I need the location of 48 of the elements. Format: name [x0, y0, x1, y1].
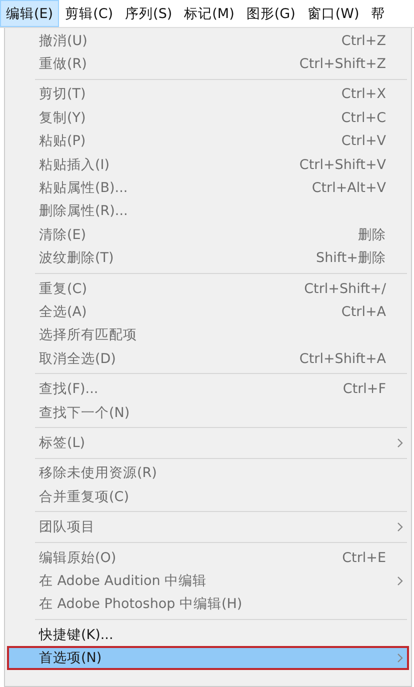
menu-item-label: 查找下一个(N) [39, 404, 131, 422]
menu-bar-item[interactable]: 帮 [365, 0, 392, 27]
menu-bar-item[interactable]: 剪辑(C) [59, 0, 120, 27]
menu-bar-item[interactable]: 序列(S) [119, 0, 178, 27]
shortcut-text: Ctrl+Shift+V [299, 156, 386, 173]
menu-item-label: 团队项目 [39, 518, 96, 536]
menu-item-label: 移除未使用资源(R) [39, 464, 158, 482]
menu-item[interactable]: 快捷键(K)... [7, 622, 409, 646]
menu-item[interactable]: 首选项(N) [7, 646, 409, 670]
menu-item-label: 编辑原始(O) [39, 548, 118, 566]
menu-item-label: 删除属性(R)... [39, 202, 129, 220]
menu-item-label: 查找(F)... [39, 380, 100, 398]
menu-item-label: 标签(L) [39, 434, 86, 452]
menu-item-label: 全选(A) [39, 302, 88, 321]
menu-item-label: 合并重复项(C) [39, 488, 130, 506]
shortcut-text: Shift+删除 [316, 249, 386, 268]
shortcut-text: Ctrl+V [341, 133, 386, 150]
shortcut-text: Ctrl+Shift+Z [299, 56, 386, 72]
menu-item-label: 取消全选(D) [39, 350, 117, 368]
shortcut-text: 删除 [358, 226, 386, 244]
menu-item-label: 快捷键(K)... [39, 626, 114, 644]
menu-item-label: 剪切(T) [39, 85, 87, 104]
menu-item-label: 粘贴插入(I) [39, 156, 111, 174]
menu-item-label: 重做(R) [39, 55, 88, 74]
menu-item-label: 复制(Y) [39, 108, 87, 127]
menu-item-label: 撤消(U) [39, 32, 88, 50]
shortcut-text: Ctrl+A [341, 304, 386, 320]
menu-bar-item[interactable]: 标记(M) [178, 0, 240, 27]
menu-item-label: 选择所有匹配项 [39, 326, 138, 344]
shortcut-text: Ctrl+Z [341, 32, 386, 49]
menu-item-label: 在 Adobe Audition 中编辑 [39, 572, 208, 590]
menu-bar-item[interactable]: 编辑(E) [0, 0, 60, 27]
menu-bar-item[interactable]: 图形(G) [240, 0, 302, 27]
menu-item-label: 波纹删除(T) [39, 249, 115, 268]
shortcut-text: Ctrl+Shift+/ [304, 280, 386, 297]
menu-item-label: 粘贴属性(B)... [39, 179, 129, 198]
shortcut-text: Ctrl+C [341, 110, 386, 126]
menu-item-label: 重复(C) [39, 280, 88, 298]
shortcut-text: Ctrl+E [342, 550, 386, 566]
menu-bar-item[interactable]: 窗口(W) [301, 0, 366, 27]
menu-item-label: 在 Adobe Photoshop 中编辑(H) [39, 595, 244, 614]
menu-item-label: 粘贴(P) [39, 132, 87, 150]
shortcut-text: Ctrl+Alt+V [312, 180, 386, 196]
shortcut-text: Ctrl+X [341, 86, 386, 102]
menu-item-label: 首选项(N) [39, 649, 103, 668]
shortcut-text: Ctrl+Shift+A [299, 350, 386, 367]
menu-item-label: 清除(E) [39, 226, 88, 244]
shortcut-text: Ctrl+F [342, 381, 386, 398]
